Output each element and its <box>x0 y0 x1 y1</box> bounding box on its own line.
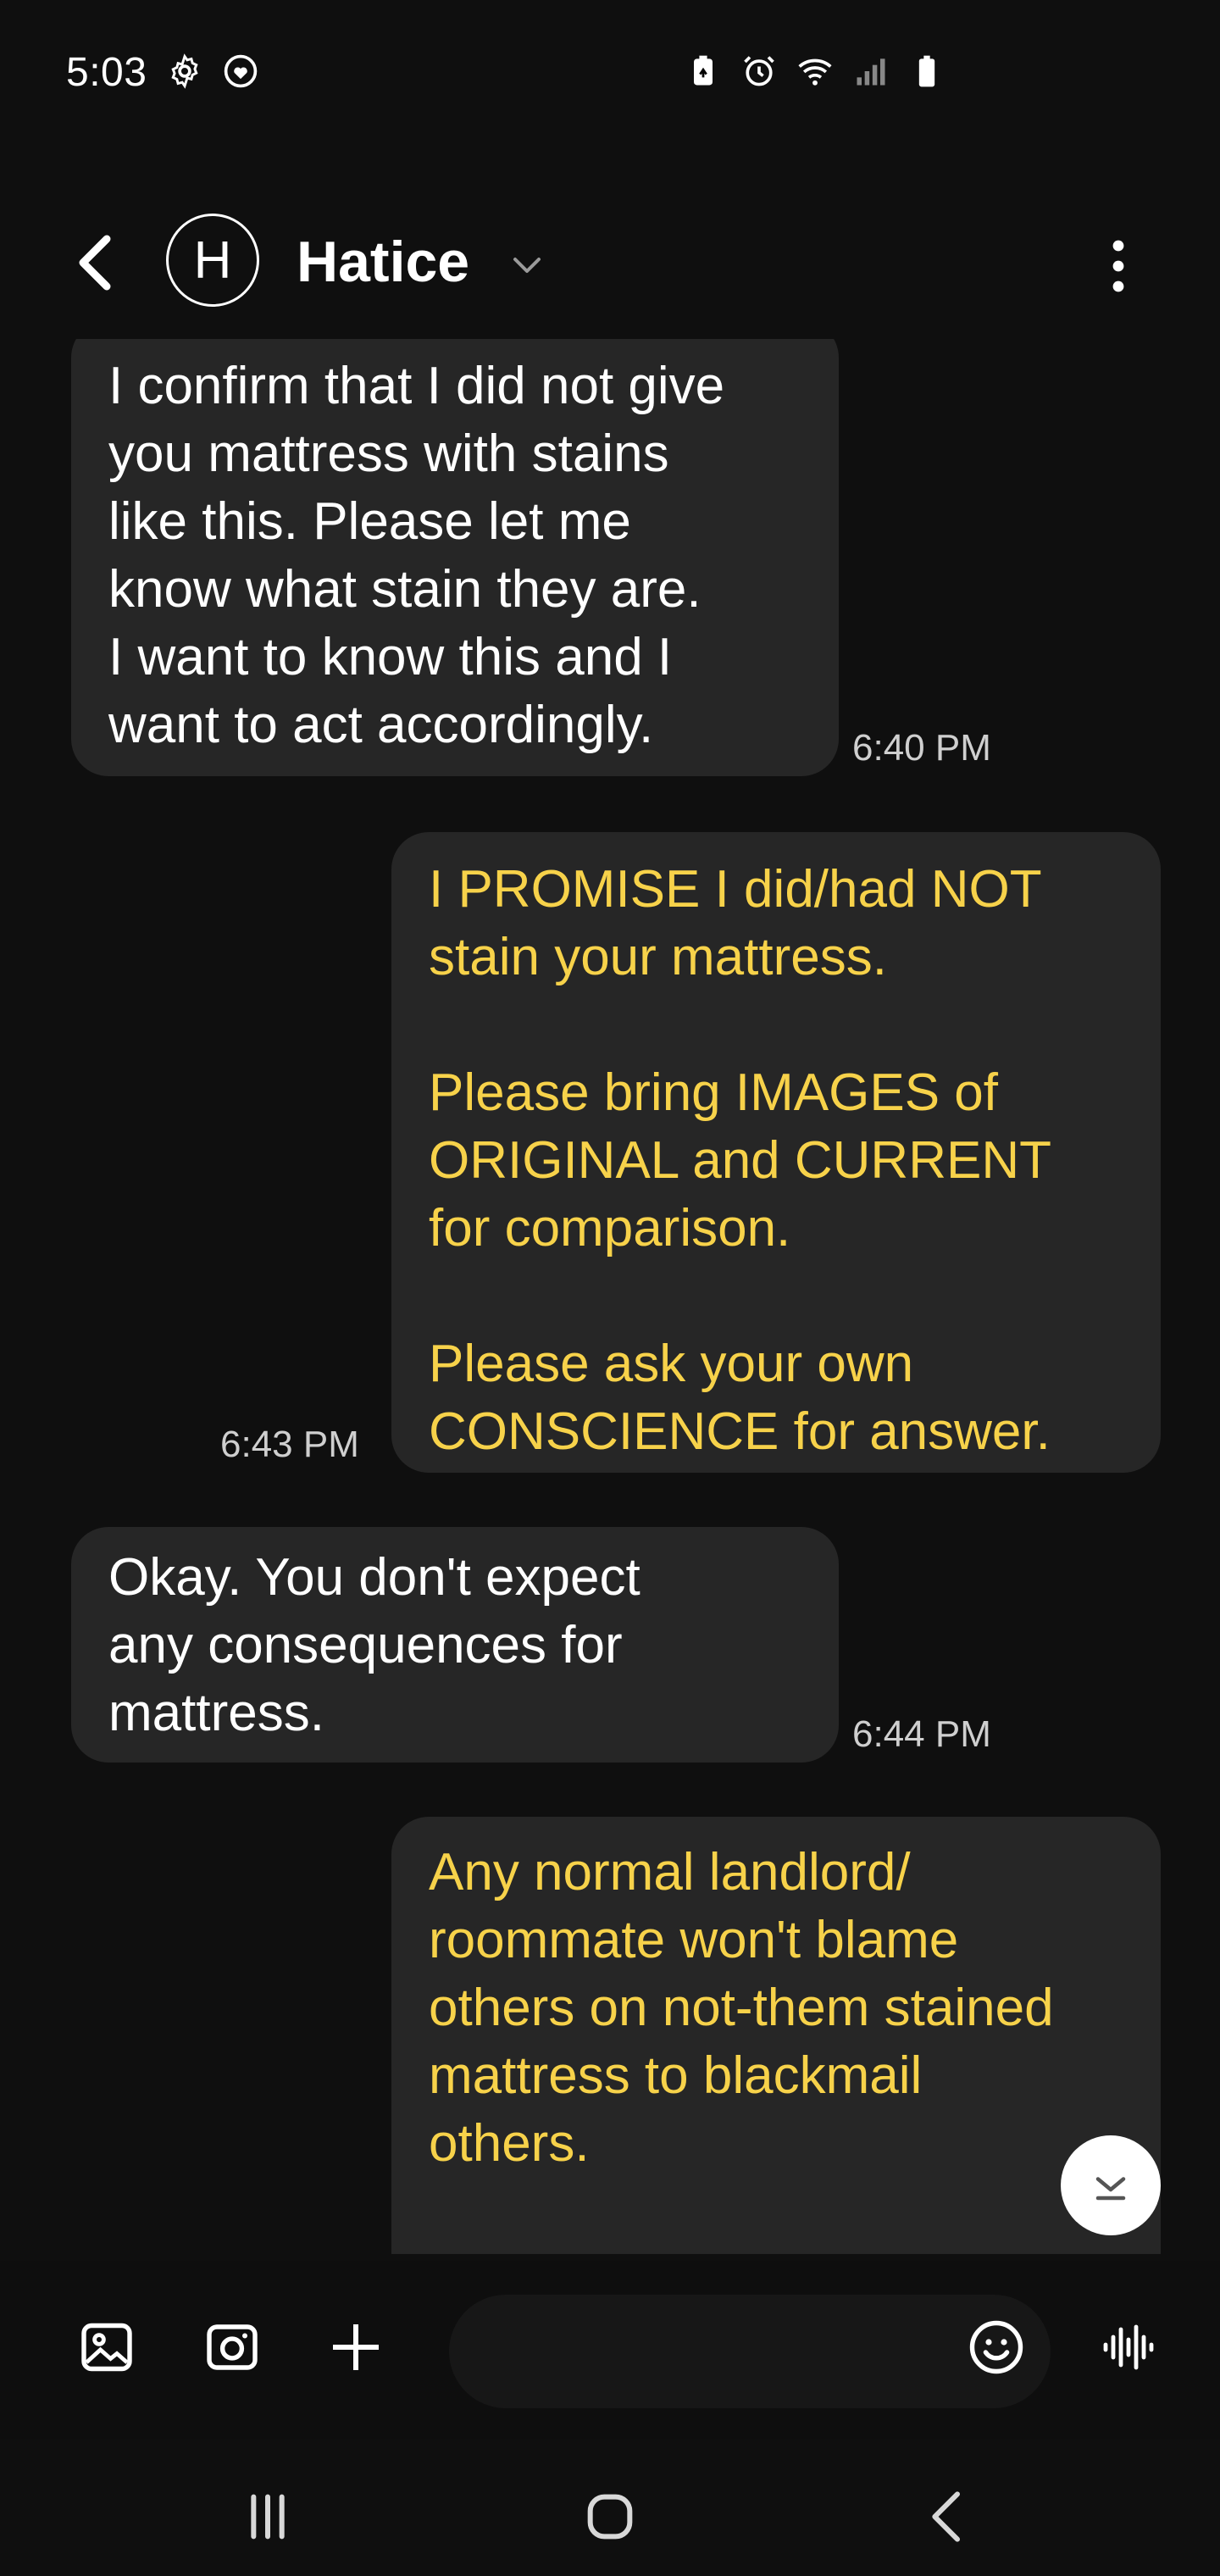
status-right-icons <box>685 53 946 90</box>
message-timestamp: 6:40 PM <box>852 727 991 769</box>
message-timestamp: 6:43 PM <box>220 1424 359 1465</box>
heart-status-icon <box>224 54 258 88</box>
chevron-down-icon[interactable] <box>507 244 547 285</box>
battery-icon <box>918 55 935 87</box>
signal-icon <box>857 58 885 86</box>
scroll-to-bottom-button[interactable] <box>1061 2135 1161 2235</box>
camera-icon[interactable] <box>202 2317 263 2378</box>
message-bubble-incoming[interactable]: Okay. You don't expect any consequences … <box>71 1527 839 1763</box>
message-input[interactable] <box>449 2295 1051 2408</box>
gallery-icon[interactable] <box>76 2317 137 2378</box>
voice-wave-icon[interactable] <box>1098 2317 1159 2378</box>
battery-saver-icon <box>694 55 713 86</box>
plus-icon[interactable] <box>325 2317 386 2378</box>
navigation-bar <box>0 2449 1220 2576</box>
status-time: 5:03 <box>66 50 147 95</box>
message-list[interactable]: I confirm that I did not give you mattre… <box>0 339 1220 2254</box>
avatar-letter: H <box>193 230 232 290</box>
status-left-icons <box>166 53 259 90</box>
avatar[interactable]: H <box>166 214 259 307</box>
back-arrow-icon[interactable] <box>66 229 120 297</box>
emoji-icon[interactable] <box>966 2317 1027 2378</box>
conversation-header: H Hatice <box>0 195 1220 330</box>
scroll-down-icon <box>1095 2177 1126 2201</box>
message-bubble-incoming[interactable]: I confirm that I did not give you mattre… <box>71 339 839 776</box>
contact-name[interactable]: Hatice <box>297 229 469 295</box>
settings-gear-icon <box>171 53 198 89</box>
recents-icon[interactable] <box>234 2483 302 2551</box>
status-bar: 5:03 <box>0 0 1220 144</box>
home-icon[interactable] <box>576 2483 644 2551</box>
back-icon[interactable] <box>915 2483 983 2551</box>
wifi-icon <box>798 58 832 86</box>
message-timestamp: 6:44 PM <box>852 1713 991 1755</box>
more-options-icon[interactable] <box>1098 232 1139 300</box>
alarm-icon <box>744 56 774 86</box>
message-bubble-outgoing[interactable]: I PROMISE I did/had NOT stain your mattr… <box>391 832 1161 1473</box>
message-bubble-outgoing[interactable]: Any normal landlord/ roommate won't blam… <box>391 1817 1161 2254</box>
composer-bar <box>0 2254 1220 2423</box>
